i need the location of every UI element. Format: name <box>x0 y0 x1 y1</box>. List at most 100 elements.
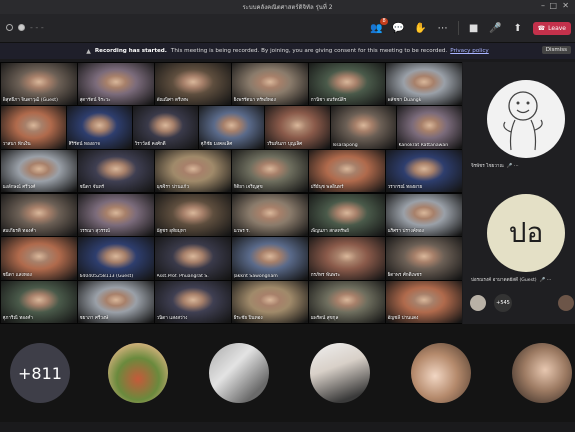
participant-tile[interactable]: ชนิดา แสงทอง <box>0 237 77 280</box>
camera-icon[interactable]: ■ <box>467 21 481 35</box>
participant-name: ปรีย์นุช พลอินทร์ <box>310 185 344 191</box>
mini-avatar[interactable] <box>470 295 486 311</box>
overflow-strip: +811 <box>0 324 575 422</box>
participant-tile[interactable]: ยิ่งพรรัตนา ทรัพย์ทอง <box>231 62 308 106</box>
participant-tile[interactable]: เพ็ญนภา สกลทรัพย์ <box>308 193 385 237</box>
phone-icon: ☎ <box>537 24 546 32</box>
participant-tile[interactable]: Jakkrit Sawongnam <box>231 237 308 280</box>
participant-tile[interactable]: วรินท์นภา บุญเลิศ <box>264 106 330 149</box>
participant-tile[interactable]: ปรีย์นุช พลอินทร์ <box>308 149 385 193</box>
participant-name: 640405258113 (Guest) <box>79 273 134 279</box>
maximize-icon[interactable]: □ <box>549 2 557 10</box>
video-gallery: พิสุทธิ์ภา จินดาวุฒิ (Guest) สุดารัตน์ จิ… <box>0 62 462 324</box>
window-title: ระบบคลังคณิตศาสตร์ดิจิทัล รุ่นที่ 2 <box>242 4 333 11</box>
participant-name: วรรณา สุวรรณ์ <box>79 229 110 235</box>
raise-hand-icon[interactable]: ✋ <box>414 21 428 35</box>
overflow-avatar[interactable] <box>108 343 168 403</box>
participant-name: อัญชลี ปานแดง <box>387 316 419 322</box>
participant-name: กิติยา เจริญสุข <box>233 185 263 191</box>
participant-name: Asst.Prof. Phuangrat S. <box>156 273 209 279</box>
participant-tile[interactable]: Asst.Prof. Phuangrat S. <box>154 237 231 280</box>
chat-icon[interactable]: 💬 <box>392 21 406 35</box>
participant-tile[interactable]: พิสุทธิ์ภา จินดาวุฒิ (Guest) <box>0 62 77 106</box>
overflow-avatar[interactable] <box>209 343 269 403</box>
side-panel: จิรพัชร ไชยวาณ 🎤 ⋯ ปอ ปอรณรงค์ อามาดดยัสด… <box>463 62 575 324</box>
participant-tile[interactable]: นุชจิรา ปานแก้ว <box>154 149 231 193</box>
overflow-avatar[interactable] <box>310 343 370 403</box>
participant-name: ศุภาริณี ทองคำ <box>2 316 33 322</box>
participant-name: ภรภัทร พันพระ <box>310 272 341 278</box>
participant-name: นงลักษณ์ ศรีวงศ์ <box>2 185 36 191</box>
participant-tile[interactable]: วรรณา สุวรรณ์ <box>77 193 154 237</box>
participant-tile[interactable]: ชนิดา จันทร์ <box>77 149 154 193</box>
privacy-link[interactable]: Privacy policy <box>450 48 489 54</box>
more-icon[interactable]: ⋯ <box>436 21 450 35</box>
participant-tile[interactable]: นริศรา ปรางค์ทอง <box>385 193 462 237</box>
participant-name: วิราวัลย์ คงศักดิ์ <box>134 141 166 147</box>
side-name-1: จิรพัชร ไชยวาณ 🎤 ⋯ <box>471 164 519 169</box>
participant-name: ศุภิชัย มงคลเลิศ <box>200 141 233 147</box>
people-badge: 8 <box>380 18 388 25</box>
overflow-count-button[interactable]: +811 <box>10 343 70 403</box>
participant-name: สมเกียรติ ทองคำ <box>2 229 36 235</box>
participant-tile[interactable]: นัฐชร อุทัยมุทา <box>154 193 231 237</box>
tb-right-group: 👥 8 💬 ✋ ⋯ ■ 🎤 ⬆ ☎ Leave <box>370 18 575 38</box>
participant-tile[interactable]: ธีระชัย ปิ่นทอง <box>231 280 308 324</box>
participant-name: นุชจิรา ปานแก้ว <box>156 185 189 191</box>
leave-button[interactable]: ☎ Leave <box>532 21 571 35</box>
participant-name: Jakkrit Sawongnam <box>233 273 278 279</box>
participant-name: Kanokrat Rattanawan <box>398 142 449 148</box>
participant-tile[interactable]: พลัชชา Duangk <box>385 62 462 106</box>
participant-tile[interactable]: วรากรณ์ ทองผาย <box>385 149 462 193</box>
mic-off-icon[interactable]: 🎤 <box>489 21 503 35</box>
participant-tile[interactable]: พัณณิศา ตรีเทพ <box>154 62 231 106</box>
participant-tile[interactable]: ภรภัทร พันพระ <box>308 237 385 280</box>
participant-tile[interactable]: สุดารัตน์ จิระวะ <box>77 62 154 106</box>
participant-name: ธีระชัย ปิ่นทอง <box>233 316 263 322</box>
dismiss-button[interactable]: Dismiss <box>541 46 571 54</box>
participant-tile[interactable]: 640405258113 (Guest) <box>77 237 154 280</box>
people-icon[interactable]: 👥 8 <box>370 18 388 35</box>
participant-tile[interactable]: อัญชลี ปานแดง <box>385 280 462 324</box>
close-icon[interactable]: ✕ <box>562 2 569 10</box>
participant-initials-avatar[interactable]: ปอ <box>487 194 565 272</box>
participant-name: วรินท์นภา บุญเลิศ <box>266 141 303 147</box>
participant-tile[interactable]: นวพร ร. <box>231 193 308 237</box>
participant-tile[interactable]: ศิริรัตน์ ทองอาจ <box>66 106 132 149</box>
participant-name: วรากรณ์ ทองผาย <box>387 185 423 191</box>
side-mini-row: +545 <box>470 292 574 314</box>
share-icon[interactable]: ⬆ <box>511 21 525 35</box>
mini-avatar[interactable] <box>558 295 574 311</box>
participant-name: พิสุทธิ์ภา จินดาวุฒิ (Guest) <box>2 98 58 104</box>
participant-tile[interactable]: ธิดาพร ศักดิ์เพชร <box>385 237 462 280</box>
participant-avatar-drawing[interactable] <box>487 80 565 158</box>
participant-tile[interactable]: ชยาภา ศรีวงษ์ <box>77 280 154 324</box>
participant-tile[interactable]: วนิดา แสงสว่าง <box>154 280 231 324</box>
participant-tile[interactable]: กิติยา เจริญสุข <box>231 149 308 193</box>
layout-icon[interactable]: - - - <box>30 23 44 32</box>
participant-tile[interactable]: Kanokrat Rattanawan <box>396 106 462 149</box>
participant-name: นพรัตน์ สุขกุล <box>310 316 339 322</box>
participant-name: นัฐชร อุทัยมุทา <box>156 229 187 235</box>
tb-left-group: - - - <box>6 23 44 32</box>
overflow-avatar[interactable] <box>512 343 572 403</box>
banner-headline: Recording has started. <box>94 48 167 54</box>
participant-name: วาสนา ฟักเงิน <box>2 141 31 147</box>
leave-label: Leave <box>548 24 566 32</box>
participant-tile[interactable]: สมเกียรติ ทองคำ <box>0 193 77 237</box>
participant-name: ยิ่งพรรัตนา ทรัพย์ทอง <box>233 98 276 104</box>
overflow-avatar[interactable] <box>411 343 471 403</box>
participant-tile[interactable]: วิราวัลย์ คงศักดิ์ <box>132 106 198 149</box>
participant-tile[interactable]: ศุภิชัย มงคลเลิศ <box>198 106 264 149</box>
divider <box>457 21 459 35</box>
participant-tile[interactable]: วาสนา ฟักเงิน <box>0 106 66 149</box>
window-bottom-edge <box>0 422 575 432</box>
participant-tile[interactable]: นพรัตน์ สุขกุล <box>308 280 385 324</box>
participant-tile[interactable]: Issarapong <box>330 106 396 149</box>
participant-tile[interactable]: ภานิชา อนรัตน์สิร <box>308 62 385 106</box>
participant-tile[interactable]: ศุภาริณี ทองคำ <box>0 280 77 324</box>
participant-tile[interactable]: นงลักษณ์ ศรีวงศ์ <box>0 149 77 193</box>
minimize-icon[interactable]: – <box>541 2 545 10</box>
participant-name: ภานิชา อนรัตน์สิร <box>310 98 347 104</box>
mini-count-badge[interactable]: +545 <box>494 294 512 312</box>
